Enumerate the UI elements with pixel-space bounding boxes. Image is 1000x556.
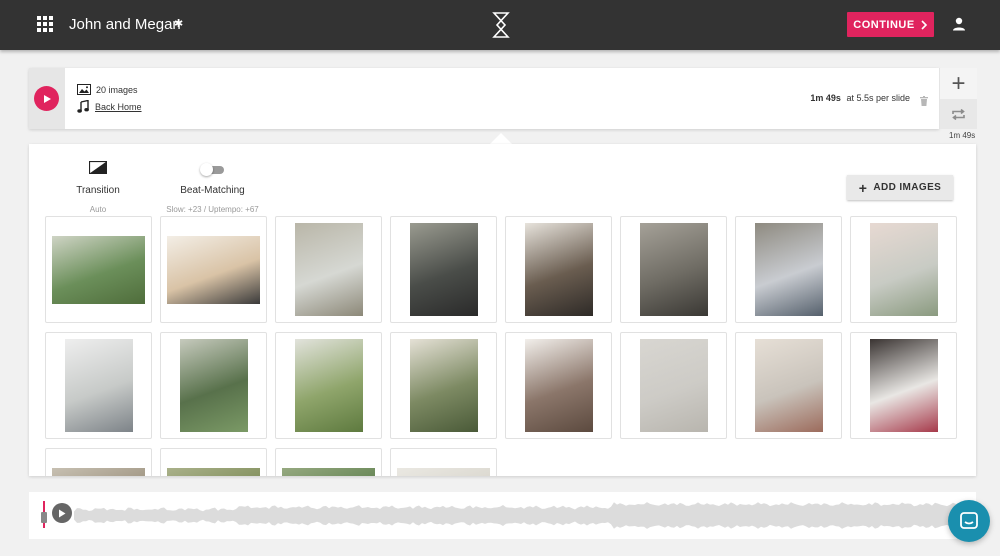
image-tile-photo-10[interactable] — [160, 332, 267, 439]
thumbnail-image — [167, 467, 260, 476]
duration-value: 1m 49s — [810, 93, 841, 103]
thumbnail-image — [294, 339, 363, 432]
image-tile-photo-4[interactable] — [390, 216, 497, 323]
image-count-text: 20 images — [96, 84, 138, 95]
chevron-right-icon — [921, 19, 927, 30]
image-tile-photo-16[interactable] — [850, 332, 957, 439]
thumbnail-image — [524, 223, 593, 316]
thumbnail-image — [52, 467, 145, 476]
image-icon — [77, 84, 91, 95]
transition-control[interactable]: Transition Auto — [67, 160, 129, 214]
audio-strip — [29, 492, 976, 539]
continue-button[interactable]: CONTINUE — [847, 12, 934, 37]
continue-label: CONTINUE — [853, 18, 915, 31]
image-tile-photo-13[interactable] — [505, 332, 612, 439]
music-note-icon — [77, 100, 89, 113]
song-info: Back Home — [77, 100, 142, 113]
thumbnail-image — [869, 339, 938, 432]
chat-icon[interactable] — [948, 500, 990, 542]
image-tile-photo-15[interactable] — [735, 332, 842, 439]
slideshow-duration: 1m 49s at 5.5s per slide — [810, 93, 910, 103]
thumbnail-image — [409, 339, 478, 432]
image-tile-photo-20[interactable] — [390, 448, 497, 476]
plus-icon[interactable]: + — [940, 68, 977, 99]
thumbnail-image — [754, 223, 823, 316]
slideshow-tools: + — [939, 68, 977, 129]
audio-waveform[interactable] — [74, 500, 974, 531]
playhead-grip[interactable] — [41, 512, 47, 523]
image-tile-photo-19[interactable] — [275, 448, 382, 476]
project-title[interactable]: John and Megan — [69, 16, 181, 33]
image-tile-photo-3[interactable] — [275, 216, 382, 323]
image-tile-photo-2[interactable] — [160, 216, 267, 323]
thumbnail-image — [639, 223, 708, 316]
transition-icon — [88, 160, 108, 175]
transition-label: Transition — [76, 185, 120, 196]
thumbnail-image — [754, 339, 823, 432]
image-tile-photo-9[interactable] — [45, 332, 152, 439]
image-panel: Transition Auto Beat-Matching Slow: +23 … — [29, 144, 976, 476]
thumbnail-image — [409, 223, 478, 316]
audio-play-button[interactable] — [52, 503, 72, 523]
repeat-icon[interactable] — [940, 99, 977, 129]
thumbnail-image — [179, 339, 248, 432]
thumbnail-image — [167, 235, 260, 304]
add-images-label: ADD IMAGES — [873, 182, 942, 193]
beat-matching-label: Beat-Matching — [180, 185, 245, 196]
thumbnail-image — [294, 223, 363, 316]
image-tile-photo-17[interactable] — [45, 448, 152, 476]
image-count: 20 images — [77, 84, 138, 95]
image-tile-photo-11[interactable] — [275, 332, 382, 439]
thumbnail-image — [524, 339, 593, 432]
apps-grid-icon[interactable] — [37, 16, 53, 32]
image-tile-photo-8[interactable] — [850, 216, 957, 323]
thumbnail-image — [869, 223, 938, 316]
panel-pointer — [490, 133, 512, 144]
beat-matching-toggle[interactable] — [199, 163, 224, 176]
playhead-marker[interactable] — [41, 501, 47, 528]
play-preview-button[interactable] — [34, 86, 59, 111]
hourglass-logo — [492, 12, 510, 43]
total-time: 1m 49s — [949, 131, 976, 140]
user-icon[interactable] — [952, 17, 966, 36]
slideshow-bar: 20 images Back Home 1m 49s at 5.5s per s… — [29, 68, 939, 129]
image-tile-photo-5[interactable] — [505, 216, 612, 323]
preview-area — [29, 68, 65, 129]
image-tile-photo-18[interactable] — [160, 448, 267, 476]
song-link[interactable]: Back Home — [95, 102, 142, 112]
thumbnail-image — [282, 467, 375, 476]
beat-matching-value: Slow: +23 / Uptempo: +67 — [166, 205, 259, 214]
transition-value: Auto — [89, 205, 107, 214]
plus-icon: + — [858, 179, 868, 196]
add-images-button[interactable]: + ADD IMAGES — [847, 175, 953, 200]
per-slide-text: at 5.5s per slide — [846, 93, 910, 103]
thumbnail-image — [397, 467, 490, 476]
thumbnail-image — [64, 339, 133, 432]
trash-icon[interactable] — [920, 93, 928, 111]
beat-matching-control[interactable]: Beat-Matching Slow: +23 / Uptempo: +67 — [159, 161, 266, 214]
image-tile-photo-1[interactable] — [45, 216, 152, 323]
thumbnail-image — [639, 339, 708, 432]
thumbnail-image — [52, 235, 145, 304]
image-tile-photo-6[interactable] — [620, 216, 727, 323]
image-tile-photo-12[interactable] — [390, 332, 497, 439]
waveform-shape — [74, 502, 974, 529]
image-tile-photo-14[interactable] — [620, 332, 727, 439]
top-bar: John and Megan ✱ CONTINUE — [0, 0, 1000, 50]
gear-icon[interactable]: ✱ — [174, 17, 183, 30]
image-tile-photo-7[interactable] — [735, 216, 842, 323]
